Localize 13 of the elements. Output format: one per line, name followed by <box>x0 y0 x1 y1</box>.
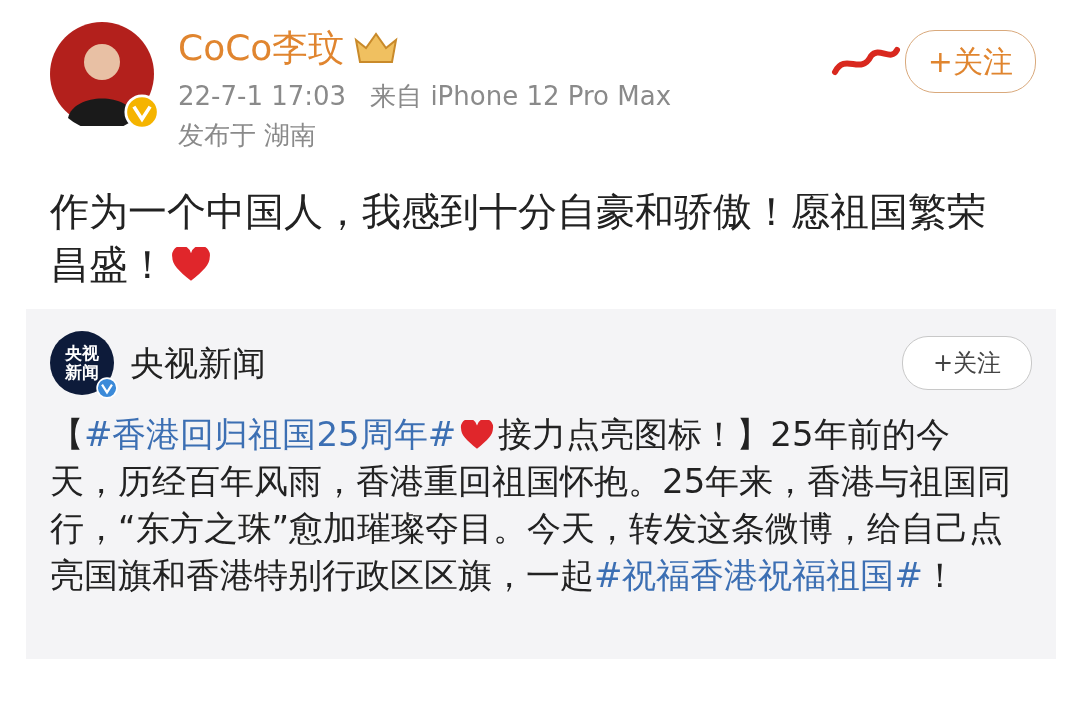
repost-text: 【#香港回归祖国25周年# 接力点亮图标！】25年前的今天，历经百年风雨，香港重回祖国怀抱。25年来，香港与祖国同行，“东方之珠”愈加璀璨夺目。今天，转发这条微博，给自己点亮国旗和香港特别行政区区旗，一起#祝福香港祝福祖国#！ <box>50 413 1012 598</box>
follow-button[interactable]: +关注 <box>904 30 1036 93</box>
heart-icon <box>460 420 495 451</box>
author-name[interactable]: 央视新闻 <box>130 337 886 389</box>
author-name[interactable]: CoCo李玟 <box>178 26 345 70</box>
hashtag-link[interactable]: #香港回归祖国25周年# <box>84 414 457 455</box>
follow-button[interactable]: +关注 <box>901 336 1032 391</box>
post-source: 来自 iPhone 12 Pro Max <box>370 80 672 114</box>
post-time: 22-7-1 17:03 <box>178 80 347 114</box>
post-location: 发布于 湖南 <box>178 119 318 153</box>
heart-icon <box>171 247 211 283</box>
post-text: 作为一个中国人，我感到十分自豪和骄傲！愿祖国繁荣昌盛！ <box>49 188 987 290</box>
hashtag-link[interactable]: #祝福香港祝福祖国# <box>594 555 923 596</box>
